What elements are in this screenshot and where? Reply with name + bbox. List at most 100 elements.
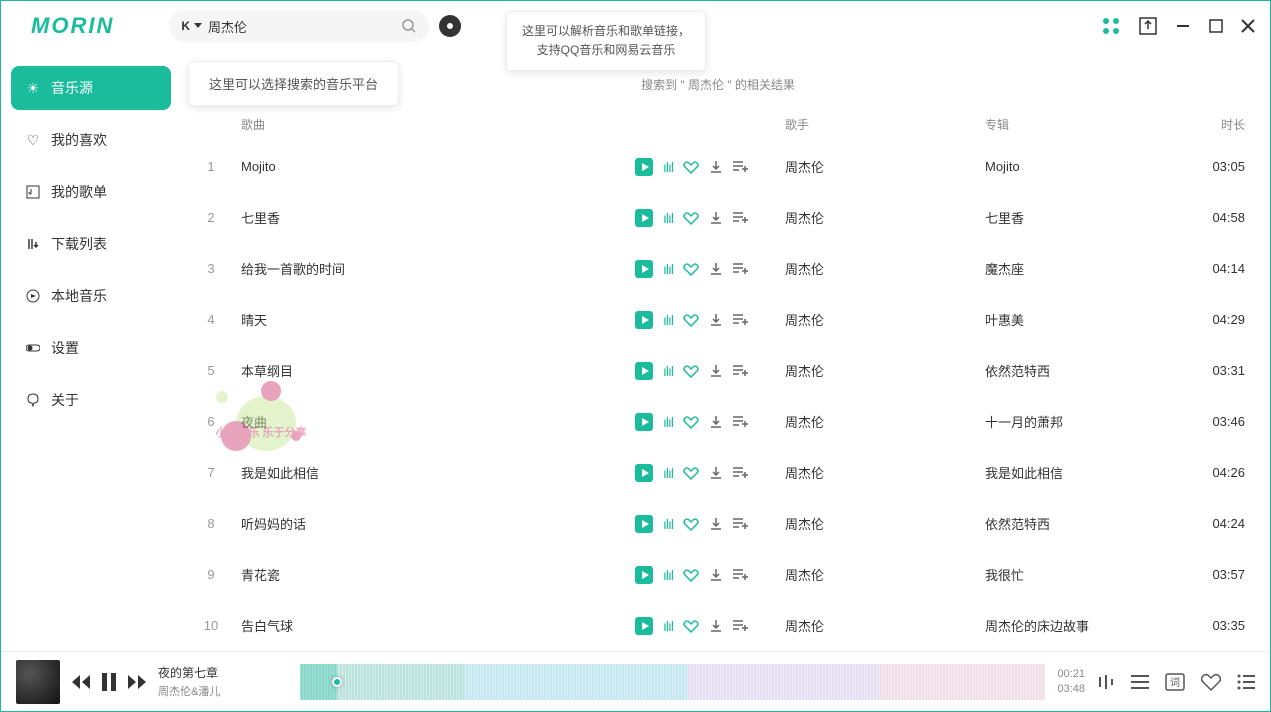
song-index: 4	[191, 312, 231, 327]
equalizer-icon[interactable]	[1097, 673, 1115, 691]
visualizer-icon[interactable]: ılıl	[663, 567, 673, 583]
like-button[interactable]	[683, 364, 699, 378]
search-input[interactable]	[208, 19, 401, 34]
upload-icon[interactable]	[1139, 17, 1157, 35]
download-button[interactable]	[709, 415, 723, 429]
add-to-playlist-button[interactable]	[733, 517, 749, 531]
download-button[interactable]	[709, 517, 723, 531]
song-title: 听妈妈的话	[231, 514, 635, 533]
table-row[interactable]: 8听妈妈的话ılıl周杰伦依然范特西04:24	[191, 498, 1245, 549]
song-artist: 周杰伦	[785, 514, 985, 533]
visualizer-icon[interactable]: ılıl	[663, 159, 673, 175]
song-album: 十一月的萧邦	[985, 412, 1185, 431]
table-row[interactable]: 5本草纲目ılıl周杰伦依然范特西03:31	[191, 345, 1245, 396]
sidebar-item-settings[interactable]: 设置	[11, 326, 171, 370]
platform-selector[interactable]: K	[181, 19, 202, 33]
queue-icon[interactable]	[1131, 674, 1149, 690]
sidebar-item-favorites[interactable]: ♡ 我的喜欢	[11, 118, 171, 162]
visualizer-icon[interactable]: ılıl	[663, 465, 673, 481]
play-button[interactable]	[635, 566, 653, 584]
next-button[interactable]	[128, 675, 146, 689]
like-button[interactable]	[683, 466, 699, 480]
prev-button[interactable]	[72, 675, 90, 689]
like-button[interactable]	[683, 262, 699, 276]
add-to-playlist-button[interactable]	[733, 415, 749, 429]
play-button[interactable]	[635, 209, 653, 227]
play-button[interactable]	[635, 464, 653, 482]
playlist-menu-icon[interactable]	[1237, 674, 1255, 690]
add-to-playlist-button[interactable]	[733, 211, 749, 225]
sidebar-item-about[interactable]: 关于	[11, 378, 171, 422]
like-button[interactable]	[683, 517, 699, 531]
search-icon[interactable]	[401, 18, 417, 34]
maximize-button[interactable]	[1209, 19, 1223, 33]
table-row[interactable]: 1Mojitoılıl周杰伦Mojito03:05	[191, 141, 1245, 192]
download-button[interactable]	[709, 568, 723, 582]
like-button[interactable]	[683, 568, 699, 582]
download-button[interactable]	[709, 313, 723, 327]
visualizer-icon[interactable]: ılıl	[663, 261, 673, 277]
table-row[interactable]: 7我是如此相信ılıl周杰伦我是如此相信04:26	[191, 447, 1245, 498]
add-to-playlist-button[interactable]	[733, 160, 749, 174]
play-button[interactable]	[635, 413, 653, 431]
album-art[interactable]	[16, 660, 60, 704]
visualizer-icon[interactable]: ılıl	[663, 210, 673, 226]
table-row[interactable]: 3给我一首歌的时间ılıl周杰伦魔杰座04:14	[191, 243, 1245, 294]
table-row[interactable]: 2七里香ılıl周杰伦七里香04:58	[191, 192, 1245, 243]
download-button[interactable]	[709, 619, 723, 633]
add-to-playlist-button[interactable]	[733, 364, 749, 378]
progress-waveform[interactable]	[300, 664, 1045, 700]
table-row[interactable]: 4晴天ılıl周杰伦叶惠美04:29	[191, 294, 1245, 345]
download-button[interactable]	[709, 160, 723, 174]
song-title: 七里香	[231, 208, 635, 227]
sidebar-item-playlists[interactable]: 我的歌单	[11, 170, 171, 214]
add-to-playlist-button[interactable]	[733, 466, 749, 480]
play-button[interactable]	[635, 311, 653, 329]
download-button[interactable]	[709, 211, 723, 225]
disc-icon[interactable]	[439, 15, 461, 37]
download-button[interactable]	[709, 466, 723, 480]
play-button[interactable]	[635, 515, 653, 533]
col-duration: 时长	[1185, 116, 1245, 133]
song-index: 7	[191, 465, 231, 480]
song-duration: 03:35	[1185, 618, 1245, 633]
visualizer-icon[interactable]: ılıl	[663, 363, 673, 379]
song-index: 10	[191, 618, 231, 633]
close-button[interactable]	[1241, 19, 1255, 33]
table-row[interactable]: 9青花瓷ılıl周杰伦我很忙03:57	[191, 549, 1245, 600]
favorite-icon[interactable]	[1201, 673, 1221, 691]
song-duration: 03:57	[1185, 567, 1245, 582]
add-to-playlist-button[interactable]	[733, 619, 749, 633]
song-title: Mojito	[231, 159, 635, 174]
song-artist: 周杰伦	[785, 565, 985, 584]
minimize-button[interactable]	[1175, 18, 1191, 34]
download-button[interactable]	[709, 364, 723, 378]
sidebar-item-local[interactable]: 本地音乐	[11, 274, 171, 318]
search-box[interactable]: K	[169, 10, 429, 42]
download-button[interactable]	[709, 262, 723, 276]
like-button[interactable]	[683, 313, 699, 327]
like-button[interactable]	[683, 160, 699, 174]
visualizer-icon[interactable]: ılıl	[663, 312, 673, 328]
like-button[interactable]	[683, 415, 699, 429]
sidebar-item-downloads[interactable]: 下载列表	[11, 222, 171, 266]
add-to-playlist-button[interactable]	[733, 568, 749, 582]
like-button[interactable]	[683, 619, 699, 633]
add-to-playlist-button[interactable]	[733, 313, 749, 327]
lyrics-icon[interactable]: 词	[1165, 673, 1185, 691]
play-button[interactable]	[635, 617, 653, 635]
visualizer-icon[interactable]: ılıl	[663, 516, 673, 532]
apps-icon[interactable]	[1101, 16, 1121, 36]
song-album: 叶惠美	[985, 310, 1185, 329]
play-button[interactable]	[635, 362, 653, 380]
table-row[interactable]: 10告白气球ılıl周杰伦周杰伦的床边故事03:35	[191, 600, 1245, 651]
visualizer-icon[interactable]: ılıl	[663, 414, 673, 430]
visualizer-icon[interactable]: ılıl	[663, 618, 673, 634]
like-button[interactable]	[683, 211, 699, 225]
pause-button[interactable]	[102, 673, 116, 691]
play-button[interactable]	[635, 158, 653, 176]
table-row[interactable]: 6夜曲ılıl周杰伦十一月的萧邦03:46	[191, 396, 1245, 447]
play-button[interactable]	[635, 260, 653, 278]
sidebar-item-source[interactable]: ☀ 音乐源	[11, 66, 171, 110]
add-to-playlist-button[interactable]	[733, 262, 749, 276]
